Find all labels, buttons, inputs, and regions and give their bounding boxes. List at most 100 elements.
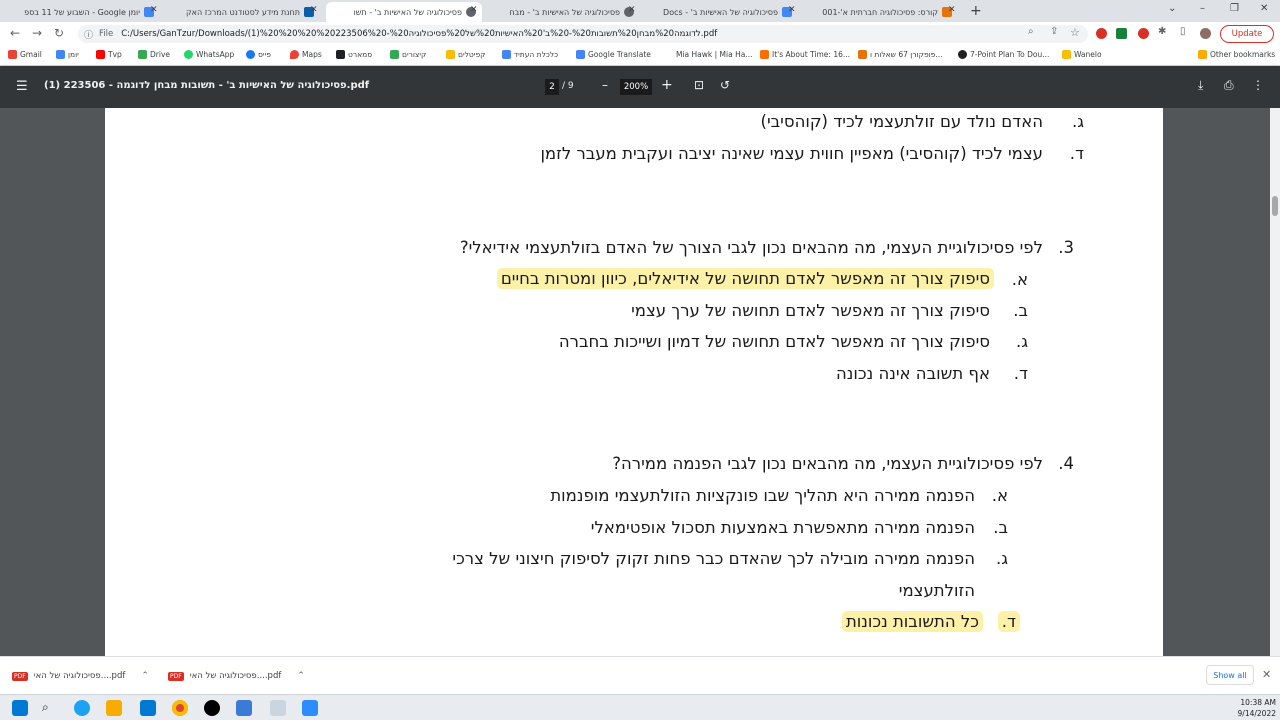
tab-close-icon[interactable]: ✕ <box>948 5 956 15</box>
bookmark-item[interactable]: פייס <box>246 50 271 59</box>
pinterest-icon[interactable] <box>1138 28 1149 39</box>
download-item[interactable]: PDF פסיכולוגיה של האי....pdf ⌃ <box>168 667 305 685</box>
bookmark-item[interactable]: Tvp <box>96 50 122 59</box>
bookmark-label: WhatsApp <box>196 50 235 59</box>
chevron-up-icon[interactable]: ⌃ <box>297 671 305 681</box>
tab-docs[interactable]: פסיכולוגיה של האישיות ב' - Docs <box>646 2 798 22</box>
scrollbar-thumb[interactable] <box>1272 196 1278 216</box>
tab-course[interactable]: קורס: פסיכולוגיה חברתית א'-001 <box>806 2 958 22</box>
print-icon[interactable]: ⎙ <box>1224 78 1234 93</box>
back-icon[interactable]: ← <box>10 26 20 40</box>
tab-close-icon[interactable]: ✕ <box>470 5 478 15</box>
extensions-icon[interactable]: ✱ <box>1158 26 1166 37</box>
tab-close-icon[interactable]: ✕ <box>310 5 318 15</box>
share-icon[interactable]: ⇪ <box>1050 26 1058 37</box>
rotate-icon[interactable]: ↺ <box>720 78 730 92</box>
pdf-viewer[interactable]: ג. האדם נולד עם זולתעצמי לכיד (קוהסיבי) … <box>0 108 1280 656</box>
bookmark-label: קפיטלים <box>458 50 486 59</box>
tab-close-icon[interactable]: ✕ <box>150 5 158 15</box>
tab-label: תחנת מידע לסטודנט המרכז האק <box>185 7 300 17</box>
download-item[interactable]: PDF פסיכולוגיה של האי....pdf ⌃ <box>12 667 149 685</box>
bookmark-item[interactable]: קיצורים <box>390 50 426 59</box>
tab-label: פסיכולוגיה של האישיות ב' - Docs <box>663 7 778 17</box>
bookmark-item[interactable]: קפיטלים <box>446 50 485 59</box>
bookmark-item[interactable]: Gmail <box>8 50 42 59</box>
tab-search-icon[interactable]: ⌄ <box>1168 3 1176 14</box>
bookmark-item[interactable]: Maps <box>290 50 322 59</box>
blogger-icon <box>760 50 769 59</box>
chevron-up-icon[interactable]: ⌃ <box>141 671 149 681</box>
show-all-button[interactable]: Show all <box>1206 665 1254 685</box>
zoom-icon[interactable]: ⌕ <box>1028 26 1034 37</box>
photos-icon[interactable] <box>236 700 252 716</box>
snipping-tool-icon[interactable] <box>270 700 286 716</box>
bookmark-label: Tvp <box>108 50 122 59</box>
bookmark-item[interactable]: 7-Point Plan To Dou... <box>958 50 1049 59</box>
question-number: 3. <box>1058 238 1074 257</box>
bookmark-label: Other bookmarks <box>1210 50 1276 59</box>
bookmark-item[interactable]: It's About Time: 16... <box>760 50 850 59</box>
new-tab-button[interactable]: + <box>970 3 982 19</box>
bookmark-item[interactable]: Wanelo <box>1062 50 1102 59</box>
tab-active-pdf[interactable]: פסיכולוגיה של האישיות ב' - תשו <box>326 2 482 22</box>
option-text: סיפוק צורך זה מאפשר לאדם תחושה של דמיון … <box>558 332 990 351</box>
bookmark-item[interactable]: פופקורן 67 שאלות ו... <box>858 50 943 59</box>
tab-close-icon[interactable]: ✕ <box>628 5 636 15</box>
scrollbar[interactable] <box>1270 108 1280 656</box>
bookmark-item[interactable]: כלכלת העתיד <box>502 50 558 59</box>
zoom-input[interactable]: 200% <box>620 79 652 95</box>
bookmark-item[interactable]: סמארט <box>336 50 372 59</box>
downloads-bar: PDF פסיכולוגיה של האי....pdf ⌃ PDF פסיכו… <box>0 656 1280 694</box>
option-text: עצמי לכיד (קוהסיבי) מאפיין חווית עצמי שא… <box>540 144 1043 163</box>
tiktok-icon[interactable] <box>204 700 220 716</box>
youtube-icon <box>96 50 105 59</box>
fit-page-icon[interactable]: ⊡ <box>694 78 704 92</box>
bookmark-item[interactable]: Google Translate <box>576 50 651 59</box>
page-total: / 9 <box>562 81 574 91</box>
avatar[interactable] <box>1200 28 1211 39</box>
docs-icon <box>502 50 511 59</box>
address-bar[interactable]: ⓘ File C:/Users/GanTzur/Downloads/(1)%20… <box>78 25 1088 43</box>
bookmark-item[interactable]: Drive <box>138 50 170 59</box>
system-clock[interactable]: 10:38 AM 9/14/2022 <box>1224 697 1276 719</box>
reload-icon[interactable]: ↻ <box>54 26 64 40</box>
close-downloads-icon[interactable]: ✕ <box>1262 668 1271 681</box>
bookmark-label: קיצורים <box>402 50 427 59</box>
tab-exam[interactable]: פסיכולוגיה של האישיות ב' - מבח <box>488 2 640 22</box>
download-icon[interactable]: ⤓ <box>1198 78 1203 93</box>
bookmark-item[interactable]: יומן <box>56 50 79 59</box>
minimize-button[interactable]: – <box>1200 3 1205 14</box>
bookmark-item[interactable]: WhatsApp <box>184 50 234 59</box>
tab-student-info[interactable]: תחנת מידע לסטודנט המרכז האק <box>168 2 320 22</box>
menu-icon[interactable]: ☰ <box>16 79 28 94</box>
adblock-icon[interactable] <box>1096 28 1107 39</box>
more-options-icon[interactable]: ⋮ <box>1252 78 1264 92</box>
update-button[interactable]: Update <box>1220 25 1274 43</box>
close-window-button[interactable]: ✕ <box>1260 3 1268 14</box>
search-icon[interactable]: ⌕ <box>42 700 49 715</box>
page-number-input[interactable]: 2 <box>545 79 559 95</box>
forward-icon[interactable]: → <box>32 26 42 40</box>
other-bookmarks[interactable]: Other bookmarks <box>1198 50 1275 59</box>
file-explorer-icon[interactable] <box>106 700 122 716</box>
edge-icon[interactable] <box>74 700 90 716</box>
store-icon[interactable] <box>140 700 156 716</box>
bookmark-item[interactable]: Mia Hawk | Mia Ha... <box>676 50 752 59</box>
chrome-icon[interactable] <box>172 700 188 716</box>
clock-time: 10:38 AM <box>1240 698 1276 707</box>
tab-label: פסיכולוגיה של האישיות ב' - מבח <box>509 7 620 17</box>
tab-calendar[interactable]: יומן Google - השבוע של 11 בספ <box>8 2 160 22</box>
sidepanel-icon[interactable]: ▯ <box>1180 26 1186 37</box>
page-number: 2 <box>549 82 555 92</box>
tab-close-icon[interactable]: ✕ <box>788 5 796 15</box>
bookmark-label: כלכלת העתיד <box>514 50 559 59</box>
tab-label: פסיכולוגיה של האישיות ב' - תשו <box>353 7 462 17</box>
download-label: פסיכולוגיה של האי....pdf <box>33 671 126 681</box>
zoom-in-button[interactable]: + <box>661 77 673 93</box>
bookmark-star-icon[interactable]: ☆ <box>1070 26 1080 39</box>
maximize-button[interactable]: ❐ <box>1230 3 1239 14</box>
zoom-app-icon[interactable] <box>302 700 318 716</box>
lock-extension-icon[interactable] <box>1116 28 1127 39</box>
zoom-out-button[interactable]: – <box>602 78 608 92</box>
windows-start-icon[interactable] <box>12 700 28 716</box>
